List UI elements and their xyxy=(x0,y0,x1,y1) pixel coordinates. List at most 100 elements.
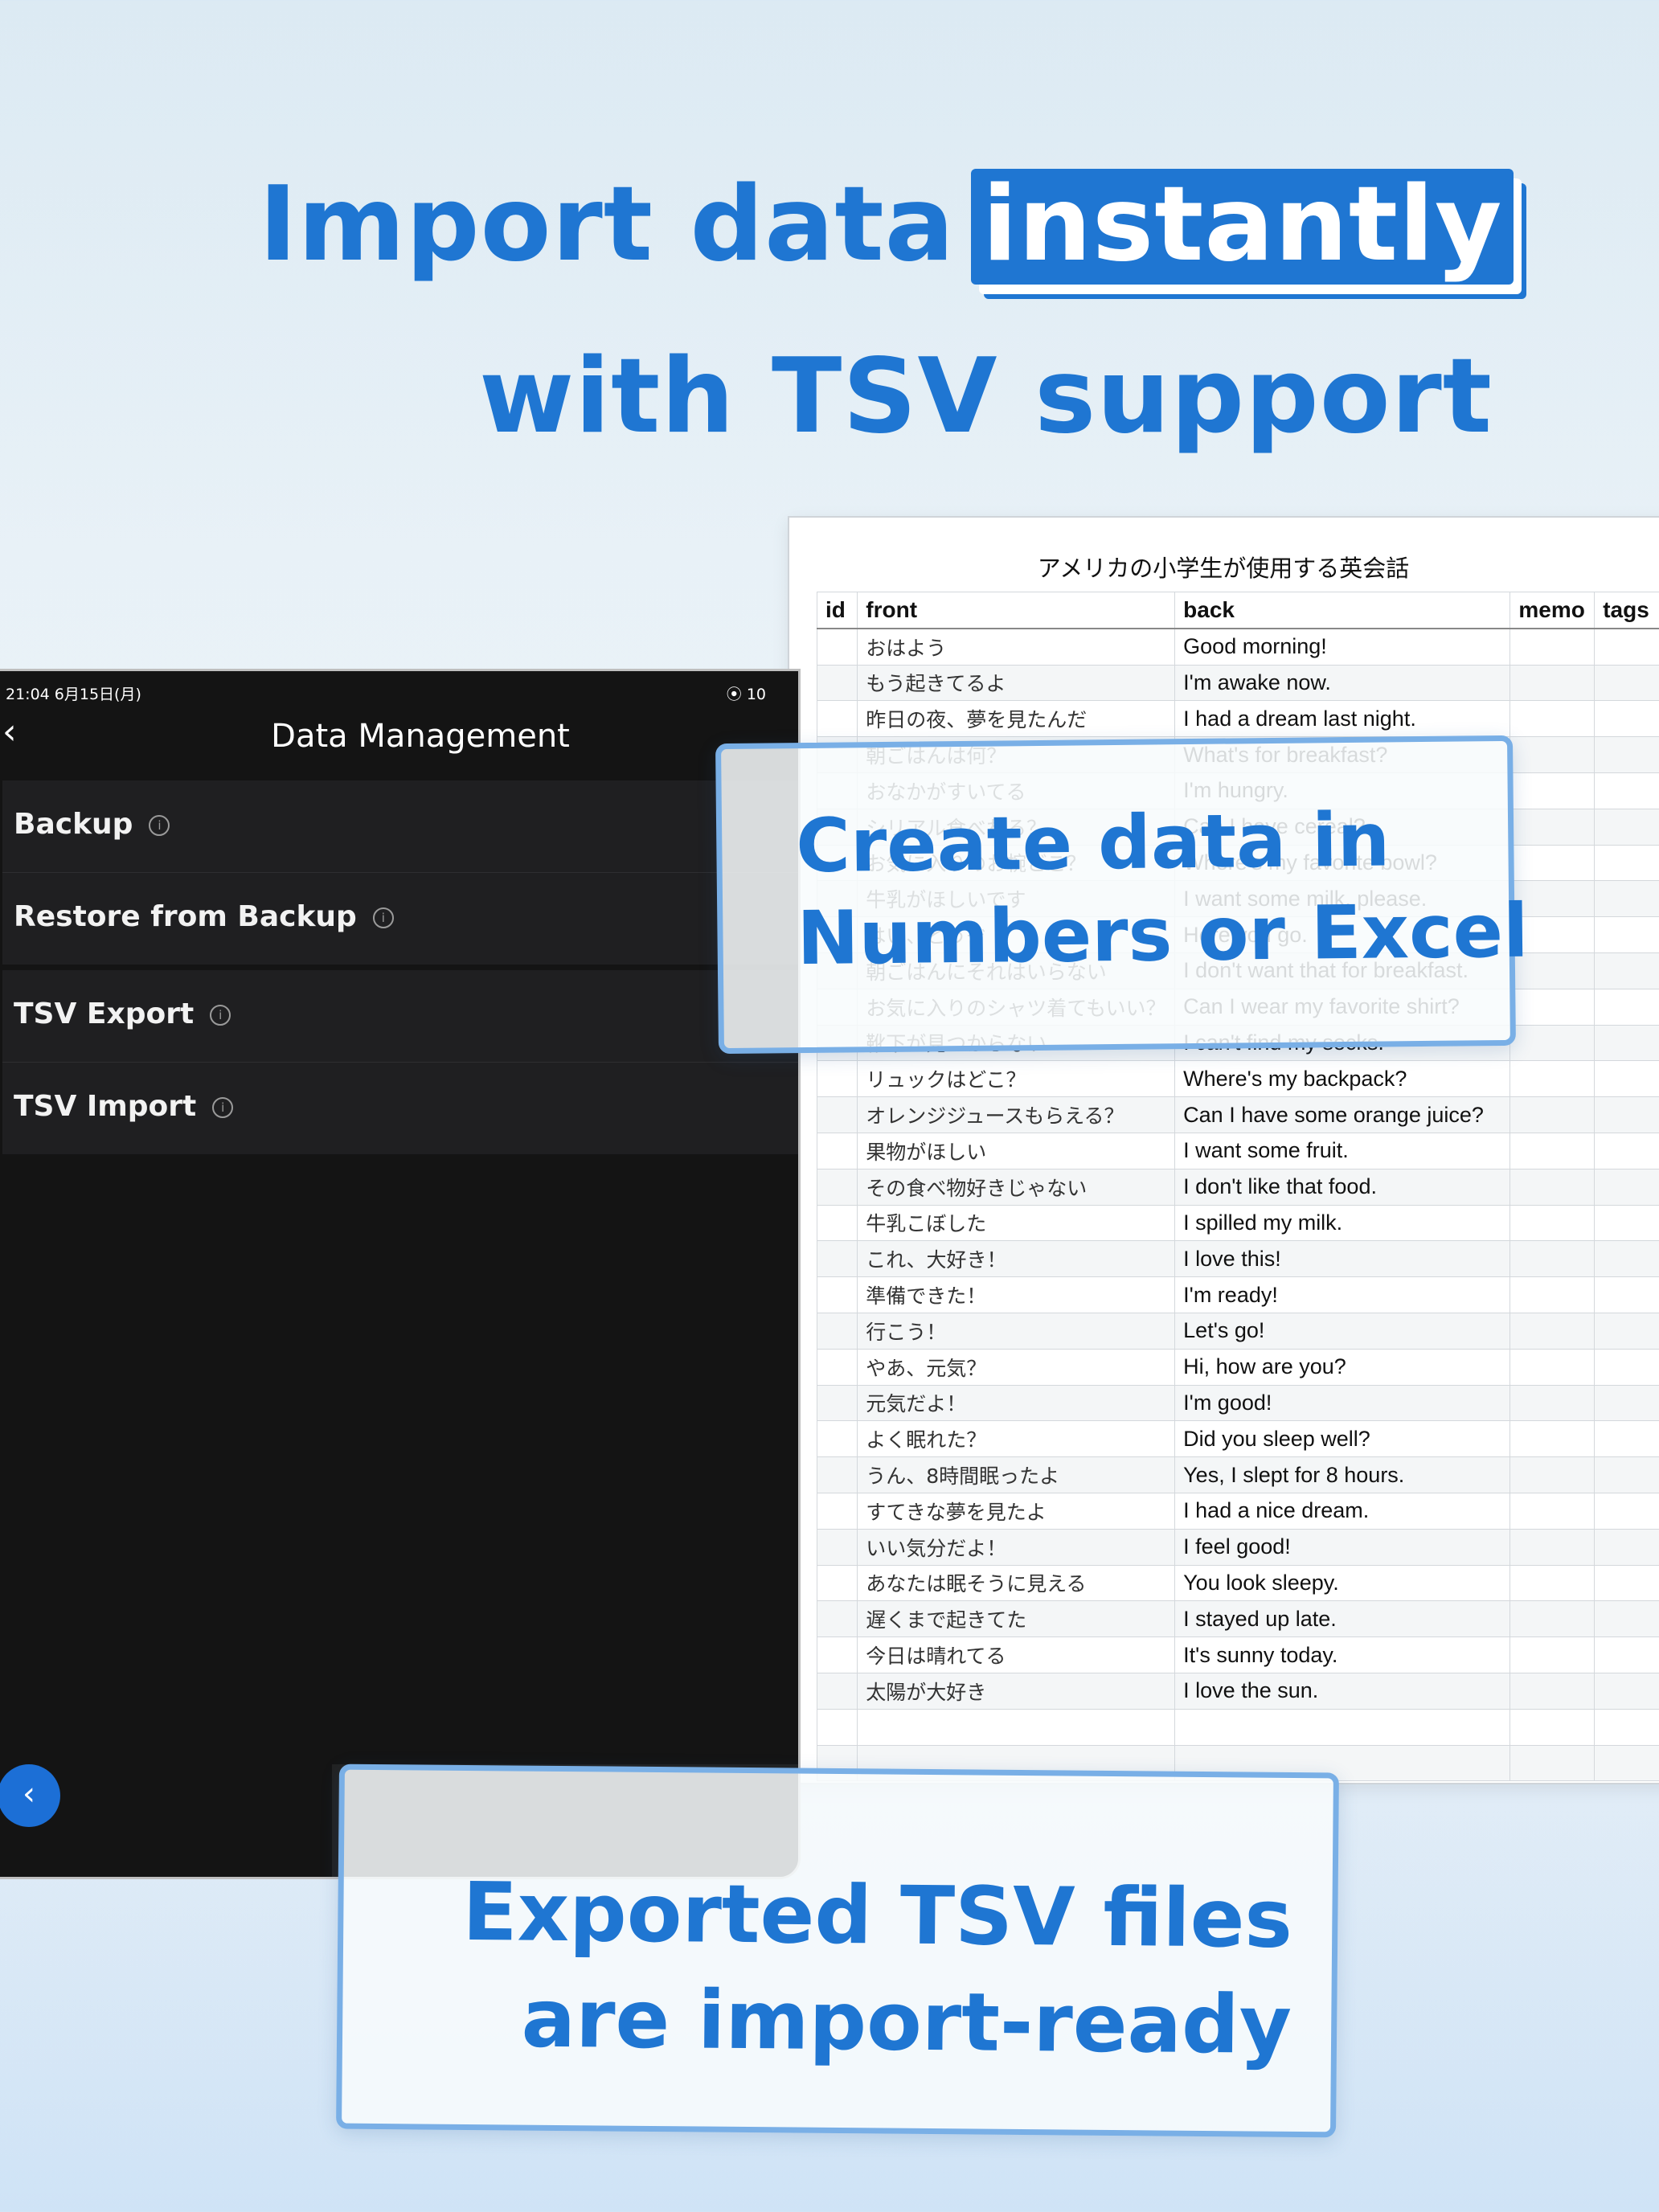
front-cell[interactable]: 牛乳こぼした xyxy=(857,1204,1176,1242)
front-cell[interactable]: 昨日の夜、夢を見たんだ xyxy=(857,700,1176,738)
id-cell[interactable] xyxy=(816,1240,858,1278)
front-cell[interactable] xyxy=(857,1708,1176,1746)
front-cell[interactable]: すてきな夢を見たよ xyxy=(857,1492,1176,1530)
memo-cell[interactable] xyxy=(1509,664,1596,702)
back-button-fab[interactable]: ‹ xyxy=(0,1764,60,1827)
id-cell[interactable] xyxy=(816,1420,858,1458)
front-cell[interactable]: よく眠れた？ xyxy=(857,1420,1176,1458)
memo-cell[interactable] xyxy=(1509,1708,1596,1746)
tags-cell[interactable] xyxy=(1594,1744,1659,1782)
memo-cell[interactable] xyxy=(1509,1672,1596,1710)
front-cell[interactable]: もう起きてるよ xyxy=(857,664,1176,702)
back-cell[interactable]: Can I have some orange juice? xyxy=(1174,1096,1511,1133)
memo-cell[interactable] xyxy=(1509,1168,1596,1206)
back-cell[interactable]: Did you sleep well? xyxy=(1174,1420,1511,1458)
tags-cell[interactable] xyxy=(1594,1312,1659,1350)
front-cell[interactable]: あなたは眠そうに見える xyxy=(857,1564,1176,1602)
info-icon[interactable]: i xyxy=(212,1097,234,1118)
memo-cell[interactable] xyxy=(1509,1744,1596,1782)
tags-cell[interactable] xyxy=(1594,880,1659,918)
id-cell[interactable] xyxy=(816,1492,858,1530)
front-cell[interactable]: 太陽が大好き xyxy=(857,1672,1176,1710)
tags-cell[interactable] xyxy=(1594,1672,1659,1710)
back-cell[interactable]: I stayed up late. xyxy=(1174,1600,1511,1638)
tags-cell[interactable] xyxy=(1594,1492,1659,1530)
id-cell[interactable] xyxy=(816,1564,858,1602)
tags-cell[interactable] xyxy=(1594,952,1659,989)
id-cell[interactable] xyxy=(816,1708,858,1746)
id-cell[interactable] xyxy=(816,1060,858,1098)
id-cell[interactable] xyxy=(816,1600,858,1638)
id-cell[interactable] xyxy=(816,664,858,702)
column-header-tags[interactable]: tags xyxy=(1594,591,1659,629)
tags-cell[interactable] xyxy=(1594,1420,1659,1458)
tags-cell[interactable] xyxy=(1594,628,1659,666)
tags-cell[interactable] xyxy=(1594,1132,1659,1169)
id-cell[interactable] xyxy=(816,1096,858,1133)
tags-cell[interactable] xyxy=(1594,1060,1659,1098)
front-cell[interactable]: オレンジジュースもらえる？ xyxy=(857,1096,1176,1133)
id-cell[interactable] xyxy=(816,1276,858,1313)
tags-cell[interactable] xyxy=(1594,916,1659,953)
memo-cell[interactable] xyxy=(1509,1456,1596,1493)
tags-cell[interactable] xyxy=(1594,1456,1659,1493)
back-cell[interactable]: Hi, how are you? xyxy=(1174,1348,1511,1386)
tags-cell[interactable] xyxy=(1594,1384,1659,1422)
tags-cell[interactable] xyxy=(1594,988,1659,1026)
back-cell[interactable]: I feel good! xyxy=(1174,1528,1511,1566)
memo-cell[interactable] xyxy=(1509,1384,1596,1422)
tags-cell[interactable] xyxy=(1594,736,1659,773)
tags-cell[interactable] xyxy=(1594,808,1659,846)
front-cell[interactable]: 準備できた！ xyxy=(857,1276,1176,1313)
memo-cell[interactable] xyxy=(1509,628,1596,666)
column-header-id[interactable]: id xyxy=(816,591,858,629)
back-cell[interactable]: Let's go! xyxy=(1174,1312,1511,1350)
id-cell[interactable] xyxy=(816,1672,858,1710)
memo-cell[interactable] xyxy=(1509,1204,1596,1242)
id-cell[interactable] xyxy=(816,1132,858,1169)
front-cell[interactable]: 行こう！ xyxy=(857,1312,1176,1350)
back-cell[interactable]: I love the sun. xyxy=(1174,1672,1511,1710)
front-cell[interactable]: 遅くまで起きてた xyxy=(857,1600,1176,1638)
front-cell[interactable]: リュックはどこ？ xyxy=(857,1060,1176,1098)
tags-cell[interactable] xyxy=(1594,1096,1659,1133)
back-cell[interactable]: Yes, I slept for 8 hours. xyxy=(1174,1456,1511,1493)
back-cell[interactable]: I don't like that food. xyxy=(1174,1168,1511,1206)
settings-row-backup[interactable]: Backup i xyxy=(2,780,798,873)
memo-cell[interactable] xyxy=(1509,1600,1596,1638)
memo-cell[interactable] xyxy=(1509,988,1596,1026)
memo-cell[interactable] xyxy=(1509,1312,1596,1350)
memo-cell[interactable] xyxy=(1509,700,1596,738)
back-cell[interactable]: Where's my backpack? xyxy=(1174,1060,1511,1098)
tags-cell[interactable] xyxy=(1594,1204,1659,1242)
front-cell[interactable]: いい気分だよ！ xyxy=(857,1528,1176,1566)
front-cell[interactable]: おはよう xyxy=(857,628,1176,666)
back-cell[interactable]: I'm ready! xyxy=(1174,1276,1511,1313)
back-cell[interactable]: Good morning! xyxy=(1174,628,1511,666)
tags-cell[interactable] xyxy=(1594,1528,1659,1566)
memo-cell[interactable] xyxy=(1509,1060,1596,1098)
front-cell[interactable]: うん、8時間眠ったよ xyxy=(857,1456,1176,1493)
memo-cell[interactable] xyxy=(1509,1276,1596,1313)
id-cell[interactable] xyxy=(816,1348,858,1386)
tags-cell[interactable] xyxy=(1594,772,1659,809)
back-cell[interactable]: I'm good! xyxy=(1174,1384,1511,1422)
id-cell[interactable] xyxy=(816,700,858,738)
info-icon[interactable]: i xyxy=(372,907,394,928)
info-icon[interactable]: i xyxy=(149,815,170,836)
memo-cell[interactable] xyxy=(1509,1024,1596,1062)
front-cell[interactable]: その食べ物好きじゃない xyxy=(857,1168,1176,1206)
memo-cell[interactable] xyxy=(1509,1564,1596,1602)
tags-cell[interactable] xyxy=(1594,1240,1659,1278)
tags-cell[interactable] xyxy=(1594,1600,1659,1638)
memo-cell[interactable] xyxy=(1509,1492,1596,1530)
memo-cell[interactable] xyxy=(1509,1096,1596,1133)
front-cell[interactable]: 元気だよ！ xyxy=(857,1384,1176,1422)
info-icon[interactable]: i xyxy=(210,1005,231,1026)
back-cell[interactable] xyxy=(1174,1708,1511,1746)
back-cell[interactable]: I had a dream last night. xyxy=(1174,700,1511,738)
settings-row-tsv-export[interactable]: TSV Export i xyxy=(2,970,798,1063)
back-cell[interactable]: I spilled my milk. xyxy=(1174,1204,1511,1242)
tags-cell[interactable] xyxy=(1594,1168,1659,1206)
back-cell[interactable]: It's sunny today. xyxy=(1174,1636,1511,1673)
